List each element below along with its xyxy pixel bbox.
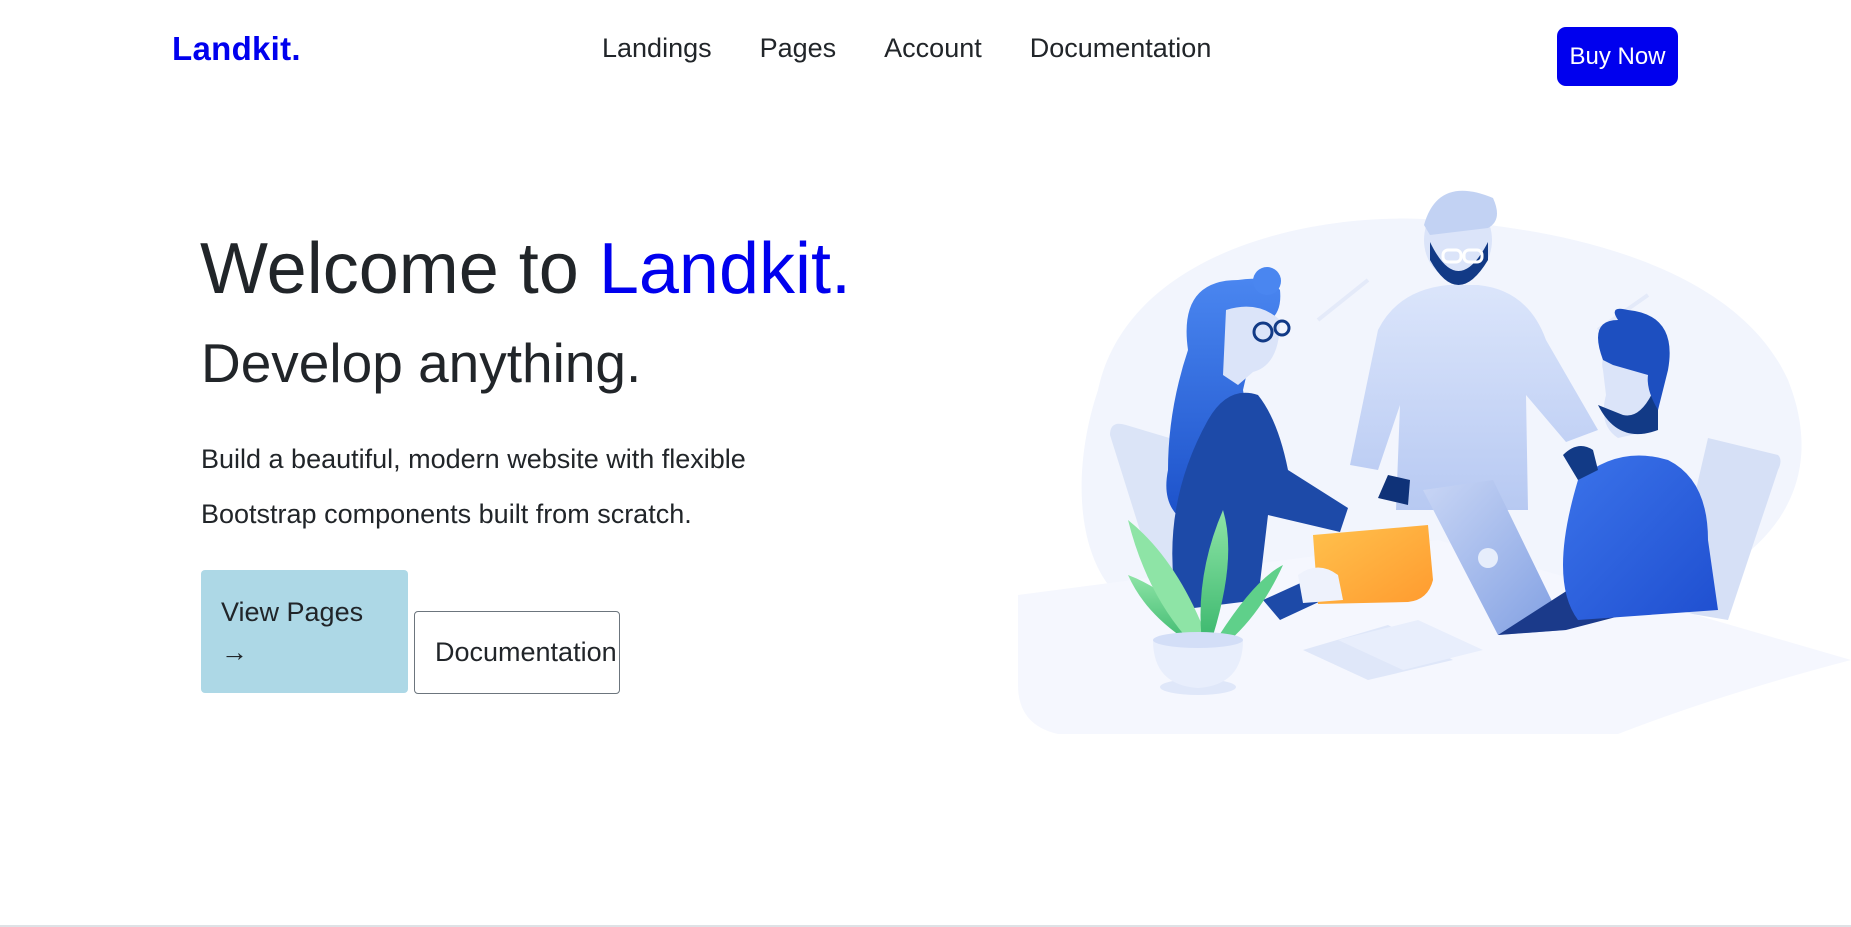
team-meeting-illustration — [1018, 190, 1851, 734]
hero-subtitle: Develop anything. — [201, 332, 642, 394]
nav-item-documentation[interactable]: Documentation — [1030, 30, 1212, 66]
view-pages-button[interactable]: View Pages → — [201, 570, 408, 693]
view-pages-label: View Pages — [221, 596, 364, 627]
buy-now-button[interactable]: Buy Now — [1557, 27, 1678, 86]
main-nav: Landings Pages Account Documentation — [602, 30, 1259, 66]
brand-logo[interactable]: Landkit. — [172, 30, 301, 68]
hero-title-prefix: Welcome to — [200, 229, 579, 309]
nav-item-pages[interactable]: Pages — [760, 30, 837, 66]
nav-item-account[interactable]: Account — [884, 30, 982, 66]
hero-lead: Build a beautiful, modern website with f… — [201, 444, 746, 529]
documentation-button[interactable]: Documentation — [414, 611, 620, 694]
hero-title: Welcome to Landkit. — [200, 226, 851, 312]
arrow-right-icon: → — [221, 636, 248, 667]
hero-title-accent: Landkit. — [598, 229, 852, 309]
nav-item-landings[interactable]: Landings — [602, 30, 712, 66]
